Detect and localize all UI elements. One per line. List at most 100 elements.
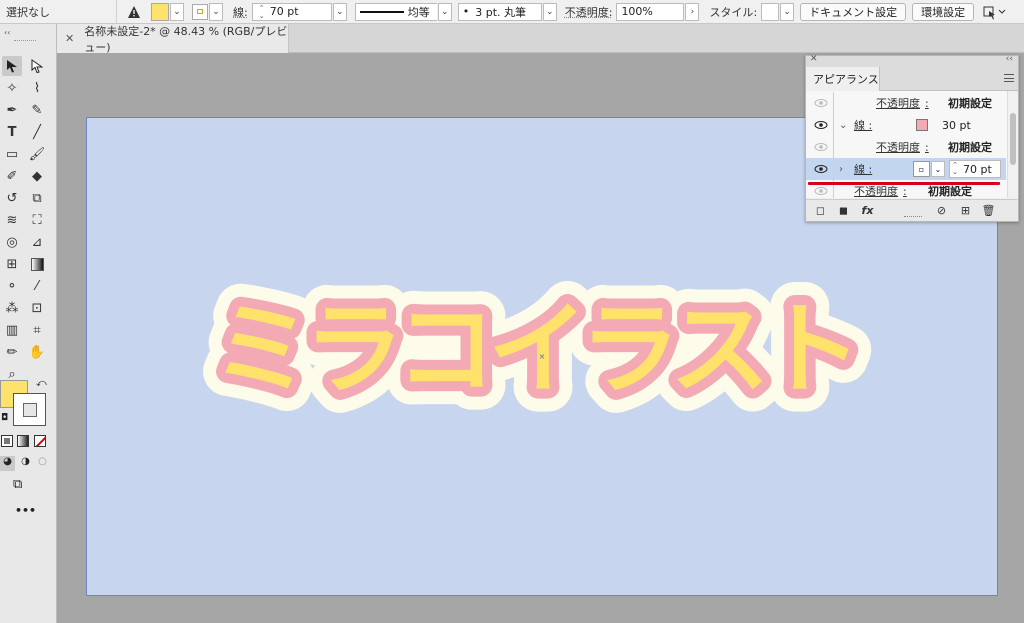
shape-builder-tool-icon[interactable]: ◎ [2, 232, 22, 252]
profile-dropdown[interactable]: ⌄ [437, 2, 452, 21]
appearance-row-opacity[interactable]: 不透明度: 初期設定 [806, 92, 1006, 114]
variable-width-profile[interactable]: 均等 [354, 2, 437, 21]
direct-selection-tool-icon[interactable] [27, 56, 47, 76]
stroke-color-box[interactable] [13, 393, 46, 426]
style-label: スタイル: [709, 5, 758, 19]
line-tool-icon[interactable]: ╱ [27, 122, 47, 142]
fill-dropdown[interactable]: ⌄ [170, 2, 184, 21]
stroke-row-label: 線 : [854, 163, 873, 176]
add-stroke-icon[interactable]: ◻ [814, 204, 827, 217]
stroke-dropdown[interactable]: ⌄ [209, 2, 223, 21]
none-mode-icon[interactable] [34, 435, 46, 447]
opacity-field[interactable]: 100% [616, 2, 685, 21]
document-settings-button[interactable]: ドキュメント設定 [800, 2, 907, 21]
tools-grip[interactable] [14, 40, 36, 43]
style-swatch[interactable] [761, 2, 780, 21]
default-fill-stroke-icon[interactable]: ◘ [1, 413, 8, 423]
pencil-tool-icon[interactable]: ✏ [2, 342, 22, 362]
row-divider [833, 92, 834, 114]
stroke-row-label: 線 : [854, 119, 873, 132]
brush-dropdown[interactable]: ⌄ [542, 2, 557, 21]
expand-chevron-icon[interactable]: ⌄ [839, 120, 847, 131]
edit-toolbar-icon[interactable]: ••• [15, 504, 36, 517]
gradient-mode-icon[interactable] [17, 435, 29, 447]
draw-behind-icon[interactable]: ◑ [18, 456, 33, 471]
visibility-eye-icon[interactable] [814, 120, 828, 130]
stroke-weight-stepper[interactable]: ⌃ ⌄ [950, 162, 960, 176]
center-point-icon: × [539, 352, 546, 361]
opacity-row-value: 初期設定 [928, 185, 972, 198]
tools-collapse-icon[interactable]: ‹‹ [4, 28, 10, 37]
draw-inside-icon[interactable]: ○ [35, 456, 50, 471]
visibility-eye-icon[interactable] [814, 142, 828, 152]
brush-definition[interactable]: • 3 pt. 丸筆 [457, 2, 542, 21]
stroke-weight-stepper[interactable]: ⌃ ⌄ [257, 4, 267, 20]
eraser-tool-icon[interactable]: ◆ [27, 166, 47, 186]
add-fill-icon[interactable]: ◼ [837, 204, 850, 217]
slice-tool-icon[interactable]: ⌗ [27, 320, 47, 340]
stroke-color-swatch[interactable] [916, 119, 928, 131]
preferences-button[interactable]: 環境設定 [912, 2, 975, 21]
rotate-tool-icon[interactable]: ↺ [2, 188, 22, 208]
paintbrush-tool-icon[interactable]: 🖌 [27, 144, 47, 164]
appearance-row-opacity[interactable]: 不透明度: 初期設定 [806, 136, 1006, 158]
arrange-icon[interactable] [982, 4, 1006, 20]
width-tool-icon[interactable]: ≋ [2, 210, 22, 230]
panel-close-icon[interactable]: ✕ [810, 54, 818, 64]
panel-tab-bar: アピアランス [806, 67, 1018, 91]
stroke-swatch[interactable] [192, 3, 208, 20]
artboard-tool-icon[interactable]: ⊡ [27, 298, 47, 318]
screen-mode-icon[interactable]: ⧉ [13, 477, 22, 492]
scale-tool-icon[interactable]: ⧉ [27, 188, 47, 208]
panel-collapse-icon[interactable]: ‹‹ [1006, 54, 1013, 64]
hand-tool-icon[interactable]: ✋ [27, 342, 47, 362]
appearance-row-stroke[interactable]: ⌄ 線 : 30 pt [806, 114, 1006, 136]
eyedropper-tool-icon[interactable]: ⁄ [27, 276, 47, 296]
stroke-weight-dropdown[interactable]: ⌄ [332, 2, 347, 21]
close-tab-icon[interactable]: ✕ [65, 32, 74, 45]
appearance-tab[interactable]: アピアランス [806, 67, 880, 91]
symbol-sprayer-tool-icon[interactable]: ⁂ [2, 298, 22, 318]
panel-menu-icon[interactable] [1004, 74, 1014, 82]
selection-tool-icon[interactable] [2, 56, 22, 76]
perspective-grid-tool-icon[interactable]: ⊿ [27, 232, 47, 252]
stroke-weight-field[interactable]: ⌃ ⌄ 70 pt [949, 160, 1001, 178]
clear-appearance-icon[interactable]: ⊘ [935, 204, 948, 217]
swap-fill-stroke-icon[interactable]: ⤺ [36, 378, 47, 389]
graph-tool-icon[interactable]: ▥ [2, 320, 22, 340]
lasso-tool-icon[interactable]: ⌇ [27, 78, 47, 98]
visibility-eye-icon[interactable] [814, 186, 828, 196]
document-tab[interactable]: ✕ 名称未設定-2* @ 48.43 % (RGB/プレビュー) [57, 24, 289, 54]
blend-tool-icon[interactable]: ⚬ [2, 276, 22, 296]
visibility-eye-icon[interactable] [814, 98, 828, 108]
expand-chevron-icon[interactable]: › [839, 164, 843, 175]
free-transform-tool-icon[interactable]: ⛶ [27, 210, 47, 230]
delete-item-icon[interactable]: 🗑 [982, 204, 996, 217]
mesh-tool-icon[interactable]: ⊞ [2, 254, 22, 274]
opacity-arrow[interactable]: › [685, 2, 700, 21]
magic-wand-tool-icon[interactable]: ✧ [2, 78, 22, 98]
stroke-weight-field[interactable]: ⌃ ⌄ 70 pt [251, 2, 332, 21]
visibility-eye-icon[interactable] [814, 164, 828, 174]
gradient-tool-icon[interactable] [27, 254, 47, 274]
panel-resize-grip[interactable] [904, 216, 922, 219]
rectangle-tool-icon[interactable]: ▭ [2, 144, 22, 164]
duplicate-item-icon[interactable]: ⊞ [959, 204, 972, 217]
pen-tool-icon[interactable]: ✒ [2, 100, 22, 120]
type-tool-icon[interactable]: T [2, 122, 22, 142]
fill-swatch[interactable] [151, 2, 169, 21]
style-dropdown[interactable]: ⌄ [780, 2, 795, 21]
stroke-color-dropdown[interactable]: ⌄ [931, 161, 945, 177]
stroke-color-swatch[interactable]: ▫ [913, 161, 930, 177]
curvature-tool-icon[interactable]: ✎ [27, 100, 47, 120]
scrollbar-thumb[interactable] [1010, 113, 1016, 165]
draw-normal-icon[interactable]: ◕ [0, 456, 15, 471]
fx-icon[interactable]: fx [861, 204, 874, 217]
color-mode-icon[interactable] [1, 435, 13, 447]
warning-icon[interactable] [127, 5, 141, 19]
panel-title-bar[interactable]: ✕ ‹‹ [806, 54, 1018, 67]
brush-dot: • [462, 5, 470, 18]
panel-scrollbar[interactable] [1007, 91, 1018, 198]
shaper-tool-icon[interactable]: ✐ [2, 166, 22, 186]
appearance-row-stroke-selected[interactable]: › 線 : ▫ ⌄ ⌃ ⌄ 70 pt [806, 158, 1006, 180]
